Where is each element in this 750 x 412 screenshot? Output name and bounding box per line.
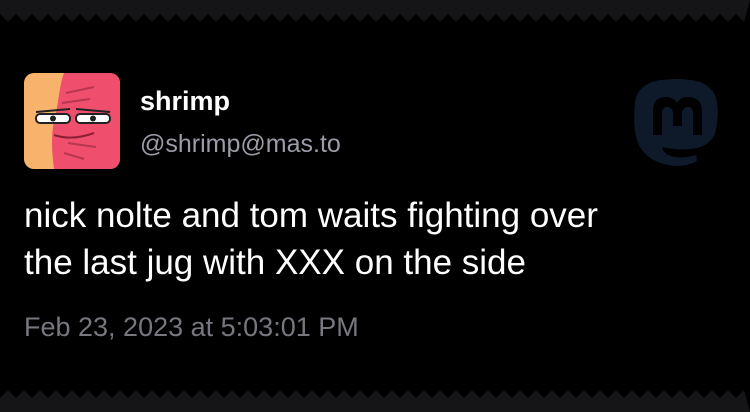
display-name[interactable]: shrimp	[140, 86, 230, 117]
post-card: shrimp @shrimp@mas.to nick nolte and tom…	[0, 24, 750, 388]
post-text: nick nolte and tom waits fighting over t…	[24, 192, 724, 286]
torn-edge-top	[0, 0, 750, 24]
user-handle[interactable]: @shrimp@mas.to	[140, 130, 341, 159]
post-timestamp[interactable]: Feb 23, 2023 at 5:03:01 PM	[24, 312, 359, 343]
post-text-line: the last jug with XXX on the side	[24, 243, 526, 282]
avatar[interactable]	[24, 73, 120, 169]
mastodon-logo-icon	[634, 79, 718, 166]
torn-edge-bottom	[0, 388, 750, 412]
post-text-line: nick nolte and tom waits fighting over	[24, 196, 598, 235]
shrimp-avatar-icon	[24, 73, 120, 169]
